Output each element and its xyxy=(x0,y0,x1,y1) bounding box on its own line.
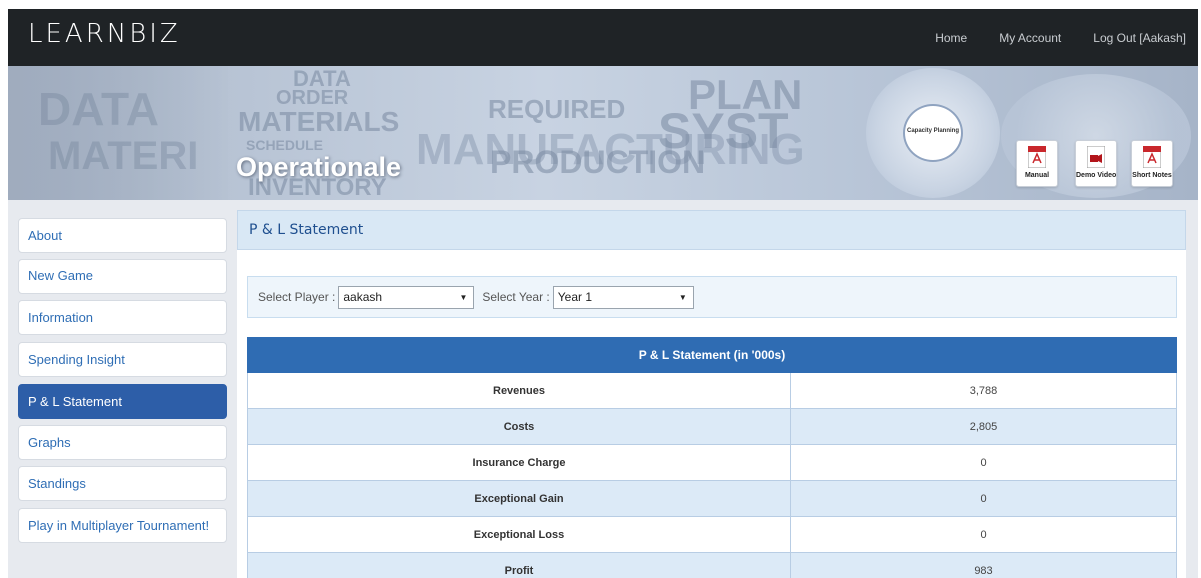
sidebar-item-label: P & L Statement xyxy=(28,394,122,409)
sidebar-item-multiplayer[interactable]: Play in Multiplayer Tournament! xyxy=(18,508,227,543)
sidebar-item-spending-insight[interactable]: Spending Insight xyxy=(18,342,227,377)
table-row: Insurance Charge 0 xyxy=(247,445,1177,481)
diagram-center: Capacity Planning xyxy=(903,104,963,162)
sidebar: About New Game Information Spending Insi… xyxy=(8,200,228,578)
row-label: Exceptional Gain xyxy=(248,481,791,516)
year-select-value: Year 1 xyxy=(557,290,593,304)
year-select[interactable]: Year 1 ▼ xyxy=(552,285,694,309)
row-label: Costs xyxy=(248,409,791,444)
row-label: Profit xyxy=(248,553,791,578)
row-label: Exceptional Loss xyxy=(248,517,791,552)
pdf-icon xyxy=(1027,145,1047,169)
table-row: Costs 2,805 xyxy=(247,409,1177,445)
row-value: 3,788 xyxy=(969,384,998,397)
nav-links: Home My Account Log Out [Aakash] xyxy=(935,31,1186,45)
sidebar-item-standings[interactable]: Standings xyxy=(18,466,227,501)
banner-watermark: MATERI xyxy=(48,134,199,178)
brand-logo[interactable]: LEARNBIZ xyxy=(28,19,181,49)
manual-label: Manual xyxy=(1024,172,1050,179)
video-icon xyxy=(1086,145,1106,169)
row-value: 2,805 xyxy=(969,420,998,433)
banner-watermark: REQUIRED xyxy=(488,94,626,124)
player-label: Select Player : xyxy=(258,290,336,304)
demo-video-button[interactable]: Demo Video xyxy=(1075,140,1117,187)
row-value: 0 xyxy=(980,492,987,505)
table-row: Exceptional Loss 0 xyxy=(247,517,1177,553)
short-notes-button[interactable]: Short Notes xyxy=(1131,140,1173,187)
filter-bar: Select Player : aakash ▼ Select Year : Y… xyxy=(247,276,1177,318)
chevron-down-icon: ▼ xyxy=(678,292,687,302)
banner-watermark: SCHEDULE xyxy=(246,137,324,153)
demo-video-label: Demo Video xyxy=(1076,172,1117,179)
capacity-planning-diagram: Capacity Planning xyxy=(866,68,1000,198)
table-header: P & L Statement (in '000s) xyxy=(247,337,1177,373)
pl-panel: P & L Statement Select Player : aakash ▼… xyxy=(237,210,1186,578)
short-notes-label: Short Notes xyxy=(1132,172,1172,179)
game-title: Operationale xyxy=(236,152,402,182)
top-navbar: LEARNBIZ Home My Account Log Out [Aakash… xyxy=(8,9,1198,66)
row-value: 0 xyxy=(980,456,987,469)
player-select-value: aakash xyxy=(343,290,383,304)
sidebar-item-label: Information xyxy=(28,310,94,325)
row-label: Revenues xyxy=(248,373,791,408)
nav-logout-link[interactable]: Log Out [Aakash] xyxy=(1093,31,1186,45)
banner-watermark: DATA xyxy=(38,83,159,135)
main-content: P & L Statement Select Player : aakash ▼… xyxy=(228,200,1198,578)
window-frame xyxy=(0,0,1201,9)
table-row: Exceptional Gain 0 xyxy=(247,481,1177,517)
pdf-icon xyxy=(1142,145,1162,169)
window-frame xyxy=(0,0,8,578)
nav-account-link[interactable]: My Account xyxy=(999,31,1061,45)
sidebar-item-label: Standings xyxy=(28,476,86,491)
player-select[interactable]: aakash ▼ xyxy=(338,285,475,309)
page-title: P & L Statement xyxy=(237,210,1186,250)
year-label: Select Year : xyxy=(482,290,550,304)
sidebar-item-label: Play in Multiplayer Tournament! xyxy=(28,518,210,533)
sidebar-item-about[interactable]: About xyxy=(18,218,227,253)
row-value: 983 xyxy=(974,564,993,577)
manual-button[interactable]: Manual xyxy=(1016,140,1058,187)
sidebar-item-pl-statement[interactable]: P & L Statement xyxy=(18,384,227,419)
nav-home-link[interactable]: Home xyxy=(935,31,967,45)
table-row: Profit 983 xyxy=(247,553,1177,578)
row-value: 0 xyxy=(980,528,987,541)
sidebar-item-new-game[interactable]: New Game xyxy=(18,259,227,294)
sidebar-item-label: Spending Insight xyxy=(28,352,125,367)
sidebar-item-label: New Game xyxy=(28,268,94,283)
banner-watermark: ORDER xyxy=(276,87,349,109)
sidebar-item-information[interactable]: Information xyxy=(18,300,227,335)
sidebar-item-graphs[interactable]: Graphs xyxy=(18,425,227,460)
banner-watermark: MATERIALS xyxy=(238,106,400,137)
sidebar-item-label: Graphs xyxy=(28,435,71,450)
table-row: Revenues 3,788 xyxy=(247,373,1177,409)
chevron-down-icon: ▼ xyxy=(459,292,468,302)
banner-watermark: SYST xyxy=(658,103,789,159)
sidebar-item-label: About xyxy=(28,228,62,243)
row-label: Insurance Charge xyxy=(248,445,791,480)
